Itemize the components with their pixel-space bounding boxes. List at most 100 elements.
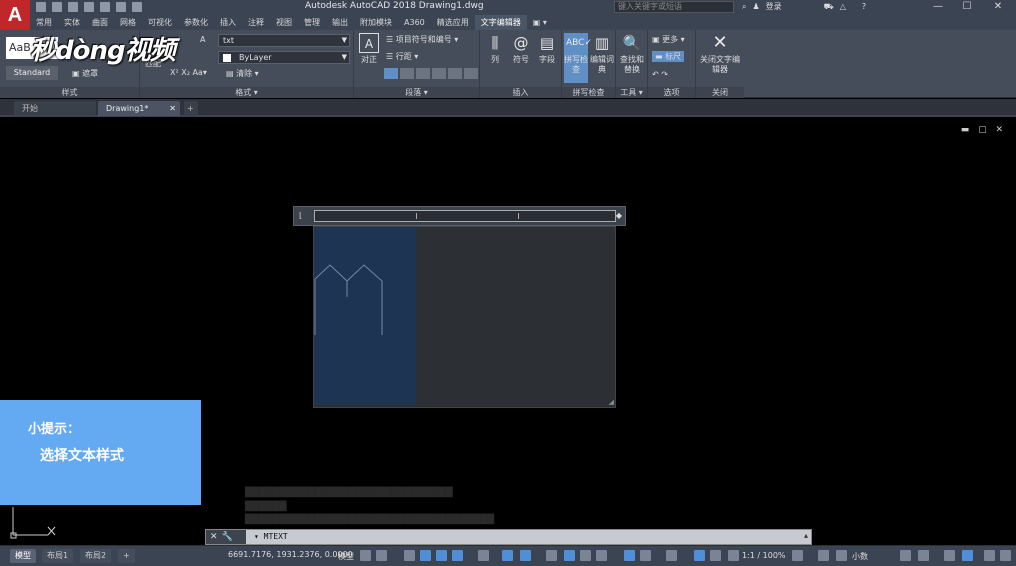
add-layout-button[interactable]: +: [118, 549, 135, 563]
file-tab-drawing1[interactable]: Drawing1* ✕: [98, 101, 180, 116]
command-line[interactable]: ✕🔧 ▾ MTEXT ▴: [205, 529, 812, 545]
ribbon-tab-6[interactable]: 插入: [214, 15, 242, 30]
edit-dictionary-button[interactable]: ▥ 编辑词典: [590, 33, 614, 75]
maximize-button[interactable]: ☐: [953, 0, 981, 15]
align-extra-icon[interactable]: [464, 68, 478, 79]
command-history-button[interactable]: ▴: [804, 531, 808, 540]
lineweight-icon[interactable]: [546, 550, 557, 561]
align-right-icon[interactable]: [416, 68, 430, 79]
ribbon-tab-10[interactable]: 输出: [326, 15, 354, 30]
user-icon[interactable]: ♟: [752, 2, 759, 11]
ortho-icon[interactable]: [436, 550, 447, 561]
dynamic-input-icon[interactable]: [420, 550, 431, 561]
superscript-button[interactable]: X² X₂ Aa▾: [170, 68, 207, 77]
justify-button[interactable]: A 对正: [356, 33, 382, 65]
quick-properties-icon[interactable]: [900, 550, 911, 561]
resize-grip-icon[interactable]: ◢: [609, 398, 614, 406]
annotation-visibility-icon[interactable]: [694, 550, 705, 561]
more-button[interactable]: ▣ 更多 ▾: [652, 34, 685, 45]
dynamic-ucs-icon[interactable]: [624, 550, 635, 561]
undo-redo-buttons[interactable]: ↶ ↷: [652, 70, 668, 79]
new-tab-button[interactable]: +: [184, 101, 198, 116]
close-tab-icon[interactable]: ✕: [169, 101, 176, 116]
minimize-button[interactable]: —: [924, 0, 952, 15]
open-file-icon[interactable]: [52, 2, 62, 12]
model-space-button[interactable]: 模型: [338, 551, 354, 562]
ribbon-tab-5[interactable]: 参数化: [178, 15, 214, 30]
viewport-controls[interactable]: ▬ ▢ ✕: [961, 125, 1006, 135]
isolate-objects-icon[interactable]: [944, 550, 955, 561]
line-spacing-button[interactable]: ☰ 行距 ▾: [386, 51, 418, 62]
help-icon[interactable]: ?: [862, 2, 866, 11]
spell-check-button[interactable]: ABC✓ 拼写检查: [564, 33, 592, 83]
save-icon[interactable]: [68, 2, 78, 12]
print-icon[interactable]: [100, 2, 110, 12]
ribbon-tab-3[interactable]: 网格: [114, 15, 142, 30]
auto-scale-icon[interactable]: [710, 550, 721, 561]
ribbon-tab-9[interactable]: 管理: [298, 15, 326, 30]
font-select[interactable]: txt ▼: [218, 34, 350, 47]
units-icon[interactable]: [836, 550, 847, 561]
mtext-editor[interactable]: ◢: [313, 226, 616, 408]
columns-button[interactable]: ⫼ 列: [485, 33, 505, 65]
units-select[interactable]: 小数: [852, 551, 868, 562]
isodraft-icon[interactable]: [478, 550, 489, 561]
ribbon-tab-14[interactable]: 文字编辑器: [474, 15, 527, 30]
transparency-icon[interactable]: [564, 550, 575, 561]
polar-icon[interactable]: [452, 550, 463, 561]
ribbon-tab-4[interactable]: 可视化: [142, 15, 178, 30]
clean-screen-icon[interactable]: [984, 550, 995, 561]
ruler-resize-icon[interactable]: ◆: [616, 211, 622, 220]
symbol-button[interactable]: @ 符号: [510, 33, 532, 65]
close-window-button[interactable]: ✕: [984, 0, 1012, 15]
ribbon-tab-7[interactable]: 注释: [242, 15, 270, 30]
cart-icon[interactable]: ⛟: [824, 2, 834, 12]
gizmo-icon[interactable]: [666, 550, 677, 561]
align-justify-icon[interactable]: [432, 68, 446, 79]
ruler-track[interactable]: [314, 210, 616, 222]
tab-stop-icon[interactable]: ⌊: [299, 211, 302, 220]
object-snap-icon[interactable]: [520, 550, 531, 561]
ribbon-tab-13[interactable]: 精选应用: [431, 15, 475, 30]
infer-icon[interactable]: [404, 550, 415, 561]
a360-icon[interactable]: △: [840, 2, 846, 11]
ribbon-tab-1[interactable]: 实体: [58, 15, 86, 30]
ribbon-tab-8[interactable]: 视图: [270, 15, 298, 30]
ribbon-tab-2[interactable]: 曲面: [86, 15, 114, 30]
binoculars-icon[interactable]: ⌕: [742, 2, 746, 12]
application-menu-button[interactable]: A: [0, 0, 30, 30]
mtext-ruler[interactable]: ⌊ ◆: [293, 206, 626, 226]
lock-ui-icon[interactable]: [918, 550, 929, 561]
align-distribute-icon[interactable]: [448, 68, 462, 79]
clear-button[interactable]: ▤ 清除 ▾: [226, 68, 259, 79]
align-left-icon[interactable]: [384, 68, 398, 79]
login-link[interactable]: 登录: [766, 1, 782, 12]
find-replace-button[interactable]: 🔍 查找和替换: [617, 33, 647, 75]
3d-osnap-icon[interactable]: [596, 550, 607, 561]
search-input[interactable]: 键入关键字或短语: [614, 1, 734, 13]
new-file-icon[interactable]: [36, 2, 46, 12]
file-tab-start[interactable]: 开始: [14, 101, 96, 116]
bullets-button[interactable]: ☰ 项目符号和编号 ▾: [386, 34, 458, 45]
ribbon-tab-15[interactable]: ▣ ▾: [527, 15, 553, 30]
selection-cycling-icon[interactable]: [580, 550, 591, 561]
style-name[interactable]: Standard: [6, 66, 58, 80]
redo-icon[interactable]: [132, 2, 142, 12]
ribbon-tab-0[interactable]: 常用: [30, 15, 58, 30]
ruler-button[interactable]: ▬ 标尺: [652, 51, 685, 62]
object-snap-tracking-icon[interactable]: [502, 550, 513, 561]
color-select[interactable]: ByLayer ▼: [218, 51, 350, 64]
save-as-icon[interactable]: [84, 2, 94, 12]
ribbon-tab-11[interactable]: 附加模块: [354, 15, 398, 30]
layout2-tab[interactable]: 布局2: [80, 549, 112, 563]
command-line-icons[interactable]: ✕🔧: [206, 530, 246, 544]
layout1-tab[interactable]: 布局1: [42, 549, 74, 563]
annotation-monitor-icon[interactable]: [818, 550, 829, 561]
customization-menu-icon[interactable]: [1000, 550, 1011, 561]
mask-button[interactable]: ▣ 遮罩: [72, 68, 98, 79]
snap-icon[interactable]: [376, 550, 387, 561]
model-tab[interactable]: 模型: [10, 549, 36, 563]
selection-filter-icon[interactable]: [640, 550, 651, 561]
coordinates-readout[interactable]: 6691.7176, 1931.2376, 0.0000: [228, 550, 353, 559]
field-button[interactable]: ▤ 字段: [536, 33, 558, 65]
